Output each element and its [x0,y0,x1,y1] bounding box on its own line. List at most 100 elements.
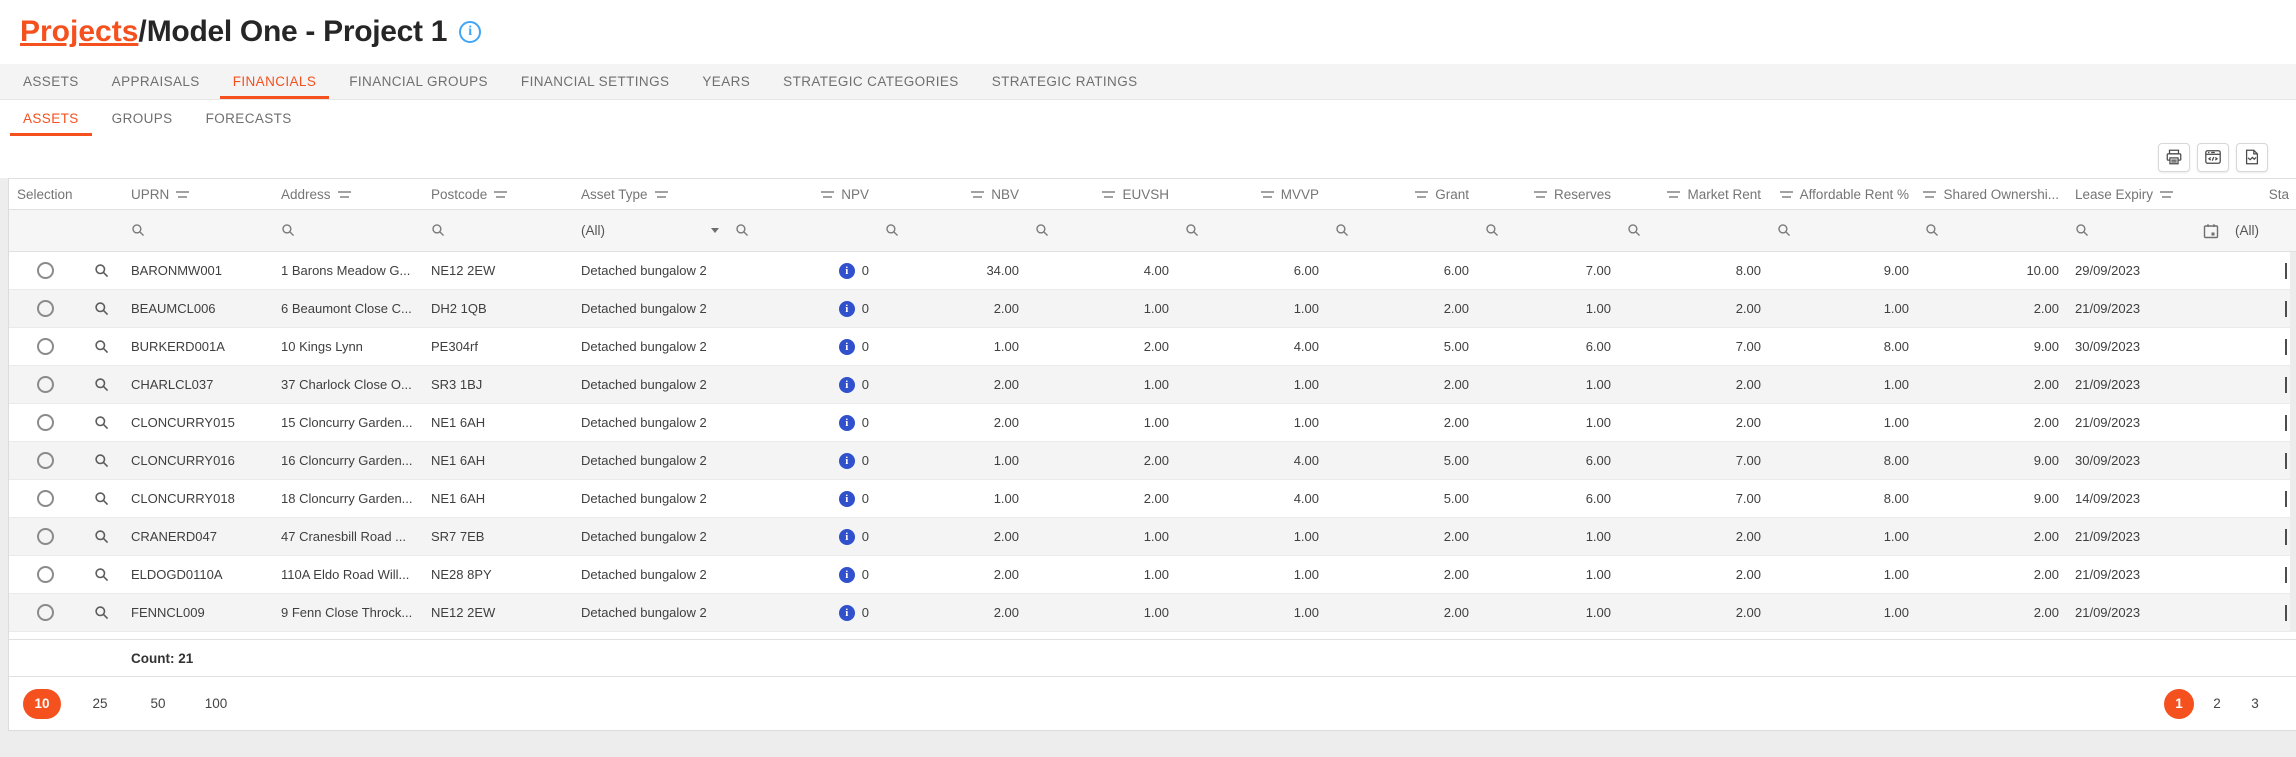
row-select-radio[interactable] [37,262,54,279]
row-magnifier-icon[interactable] [94,453,110,469]
row-select-radio[interactable] [37,414,54,431]
column-header-grant[interactable]: Grant [1327,179,1477,209]
column-header-status[interactable]: Sta [2227,179,2296,209]
tab-years[interactable]: YEARS [689,64,763,99]
status-filter-select[interactable]: (All) [2235,223,2289,238]
row-magnifier-icon[interactable] [94,301,110,317]
header-filter-icon[interactable] [338,190,351,199]
table-row[interactable]: CRANERD04747 Cranesbill Road ...SR7 7EBD… [9,518,2296,556]
table-row[interactable]: CLONCURRY01515 Cloncurry Garden...NE1 6A… [9,404,2296,442]
npv-info-icon[interactable]: i [839,301,855,317]
row-select-radio[interactable] [37,452,54,469]
table-row[interactable]: FENNCL0099 Fenn Close Throck...NE12 2EWD… [9,594,2296,632]
page-number-2[interactable]: 2 [2202,689,2232,719]
column-header-reserves[interactable]: Reserves [1477,179,1619,209]
header-filter-icon[interactable] [655,190,668,199]
filter-cell-affordable-rent[interactable] [1769,210,1917,251]
table-row[interactable]: CLONCURRY01818 Cloncurry Garden...NE1 6A… [9,480,2296,518]
header-filter-icon[interactable] [1667,190,1680,199]
npv-info-icon[interactable]: i [839,453,855,469]
breadcrumb-projects-link[interactable]: Projects [20,15,138,49]
filter-cell-reserves[interactable] [1477,210,1619,251]
header-filter-icon[interactable] [1415,190,1428,199]
table-row[interactable]: BARONMW0011 Barons Meadow G...NE12 2EWDe… [9,252,2296,290]
npv-info-icon[interactable]: i [839,605,855,621]
table-row[interactable]: BEAUMCL0066 Beaumont Close C...DH2 1QBDe… [9,290,2296,328]
header-filter-icon[interactable] [176,190,189,199]
filter-cell-euvsh[interactable] [1027,210,1177,251]
npv-info-icon[interactable]: i [839,567,855,583]
npv-info-icon[interactable]: i [839,491,855,507]
row-magnifier-icon[interactable] [94,491,110,507]
subtab-groups[interactable]: GROUPS [99,100,186,136]
filter-cell-nbv[interactable] [877,210,1027,251]
row-select-radio[interactable] [37,490,54,507]
column-header-asset-type[interactable]: Asset Type [573,179,727,209]
tab-assets[interactable]: ASSETS [10,64,92,99]
table-row[interactable]: ELDOGD0110A110A Eldo Road Will...NE28 8P… [9,556,2296,594]
subtab-forecasts[interactable]: FORECASTS [193,100,305,136]
column-header-postcode[interactable]: Postcode [423,179,573,209]
header-filter-icon[interactable] [2160,190,2173,199]
page-size-100[interactable]: 100 [197,689,235,719]
table-row[interactable]: CLONCURRY01616 Cloncurry Garden...NE1 6A… [9,442,2296,480]
column-header-market-rent[interactable]: Market Rent [1619,179,1769,209]
column-header-mvvp[interactable]: MVVP [1177,179,1327,209]
column-header-selection[interactable]: Selection [9,179,81,209]
row-magnifier-icon[interactable] [94,529,110,545]
table-row[interactable]: CHARLCL03737 Charlock Close O...SR3 1BJD… [9,366,2296,404]
filter-cell-uprn[interactable] [123,210,273,251]
header-filter-icon[interactable] [1923,190,1936,199]
header-filter-icon[interactable] [1261,190,1274,199]
npv-info-icon[interactable]: i [839,529,855,545]
column-header-euvsh[interactable]: EUVSH [1027,179,1177,209]
page-number-3[interactable]: 3 [2240,689,2270,719]
tab-financial-groups[interactable]: FINANCIAL GROUPS [336,64,501,99]
page-size-10[interactable]: 10 [23,689,61,719]
filter-cell-market-rent[interactable] [1619,210,1769,251]
row-select-radio[interactable] [37,300,54,317]
column-header-npv[interactable]: NPV [727,179,877,209]
info-icon[interactable]: i [459,21,481,43]
filter-cell-mvvp[interactable] [1177,210,1327,251]
page-size-50[interactable]: 50 [139,689,177,719]
page-size-25[interactable]: 25 [81,689,119,719]
npv-info-icon[interactable]: i [839,377,855,393]
header-filter-icon[interactable] [494,190,507,199]
row-magnifier-icon[interactable] [94,377,110,393]
row-magnifier-icon[interactable] [94,263,110,279]
page-number-1[interactable]: 1 [2164,689,2194,719]
print-button[interactable] [2158,143,2190,172]
filter-cell-npv[interactable] [727,210,877,251]
row-magnifier-icon[interactable] [94,605,110,621]
table-row[interactable]: BURKERD001A10 Kings LynnPE304rfDetached … [9,328,2296,366]
column-header-uprn[interactable]: UPRN [123,179,273,209]
export-file-button[interactable] [2236,143,2268,172]
header-filter-icon[interactable] [1534,190,1547,199]
row-select-radio[interactable] [37,376,54,393]
npv-info-icon[interactable]: i [839,263,855,279]
row-select-radio[interactable] [37,528,54,545]
tab-appraisals[interactable]: APPRAISALS [99,64,213,99]
filter-cell-status[interactable]: (All) [2227,210,2296,251]
filter-cell-postcode[interactable] [423,210,573,251]
column-header-lease-expiry[interactable]: Lease Expiry [2067,179,2227,209]
row-select-radio[interactable] [37,566,54,583]
row-magnifier-icon[interactable] [94,415,110,431]
row-select-radio[interactable] [37,604,54,621]
filter-cell-shared-ownership[interactable] [1917,210,2067,251]
filter-cell-grant[interactable] [1327,210,1477,251]
row-select-radio[interactable] [37,338,54,355]
column-header-nbv[interactable]: NBV [877,179,1027,209]
tab-financial-settings[interactable]: FINANCIAL SETTINGS [508,64,682,99]
header-filter-icon[interactable] [971,190,984,199]
tab-strategic-categories[interactable]: STRATEGIC CATEGORIES [770,64,972,99]
filter-cell-asset-type[interactable]: (All) [573,210,727,251]
filter-cell-lease-expiry[interactable] [2067,210,2227,251]
header-filter-icon[interactable] [1102,190,1115,199]
header-filter-icon[interactable] [1780,190,1793,199]
row-magnifier-icon[interactable] [94,567,110,583]
tab-financials[interactable]: FINANCIALS [220,64,330,99]
row-magnifier-icon[interactable] [94,339,110,355]
tab-strategic-ratings[interactable]: STRATEGIC RATINGS [979,64,1151,99]
